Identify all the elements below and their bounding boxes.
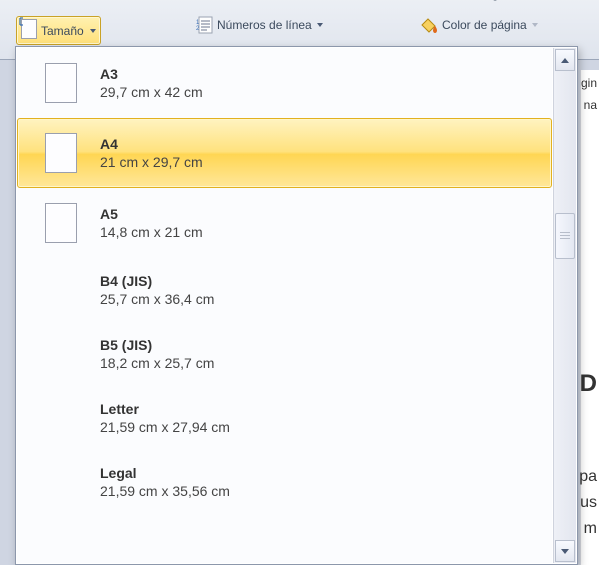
page-color-button[interactable]: Color de página (419, 16, 538, 34)
line-numbers-label: Números de línea (217, 18, 312, 32)
size-option-name: A3 (100, 66, 203, 82)
size-option-dims: 25,7 cm x 36,4 cm (100, 291, 214, 307)
size-button-label: Tamaño (41, 24, 84, 38)
ribbon-saltos-cut: Saltos (220, 0, 253, 1)
size-option[interactable]: Letter 21,59 cm x 27,94 cm (17, 386, 552, 450)
document-background-sliver: gin na D pa us m (581, 70, 599, 565)
size-option-name: B4 (JIS) (100, 273, 214, 289)
chevron-down-icon (90, 29, 96, 33)
size-option[interactable]: B5 (JIS) 18,2 cm x 25,7 cm (17, 322, 552, 386)
page-color-label: Color de página (442, 18, 527, 32)
size-option[interactable]: B4 (JIS) 25,7 cm x 36,4 cm (17, 258, 552, 322)
arrow-down-icon (561, 549, 569, 554)
size-option-dims: 14,8 cm x 21 cm (100, 224, 203, 240)
size-option-dims: 21,59 cm x 27,94 cm (100, 419, 230, 435)
ribbon-orientation-cut: Orientación (30, 0, 91, 1)
scrollbar[interactable] (553, 48, 576, 563)
size-option[interactable]: A5 14,8 cm x 21 cm (17, 188, 552, 258)
size-option-dims: 21 cm x 29,7 cm (100, 154, 203, 170)
page-icon (40, 133, 82, 173)
scrollbar-track[interactable] (555, 71, 575, 540)
page-size-icon (21, 19, 37, 42)
size-option-name: B5 (JIS) (100, 337, 214, 353)
size-button[interactable]: Tamaño (16, 16, 101, 45)
size-option-dims: 29,7 cm x 42 cm (100, 84, 203, 100)
size-option-dims: 18,2 cm x 25,7 cm (100, 355, 214, 371)
size-option-name: A5 (100, 206, 203, 222)
size-option[interactable]: Legal 21,59 cm x 35,56 cm (17, 450, 552, 514)
size-option[interactable]: A3 29,7 cm x 42 cm (17, 48, 552, 118)
size-option[interactable]: A4 21 cm x 29,7 cm (17, 118, 552, 188)
page-icon (40, 63, 82, 103)
line-numbers-icon: 1 2 (196, 16, 214, 34)
chevron-down-icon (317, 23, 323, 27)
scroll-down-button[interactable] (555, 540, 575, 562)
page-icon (40, 203, 82, 243)
line-numbers-button[interactable]: 1 2 Números de línea (196, 16, 323, 34)
arrow-up-icon (561, 58, 569, 63)
size-option-name: A4 (100, 136, 203, 152)
paint-bucket-icon (419, 16, 439, 34)
size-option-name: Letter (100, 401, 230, 417)
chevron-down-icon (532, 23, 538, 27)
size-option-name: Legal (100, 465, 230, 481)
scroll-up-button[interactable] (555, 49, 575, 71)
scrollbar-thumb[interactable] (555, 213, 575, 259)
size-option-dims: 21,59 cm x 35,56 cm (100, 483, 230, 499)
ribbon-marca-cut: Marca de agua (432, 0, 512, 1)
size-dropdown: A3 29,7 cm x 42 cm A4 21 cm x 29,7 cm A5 14,8… (15, 46, 578, 565)
